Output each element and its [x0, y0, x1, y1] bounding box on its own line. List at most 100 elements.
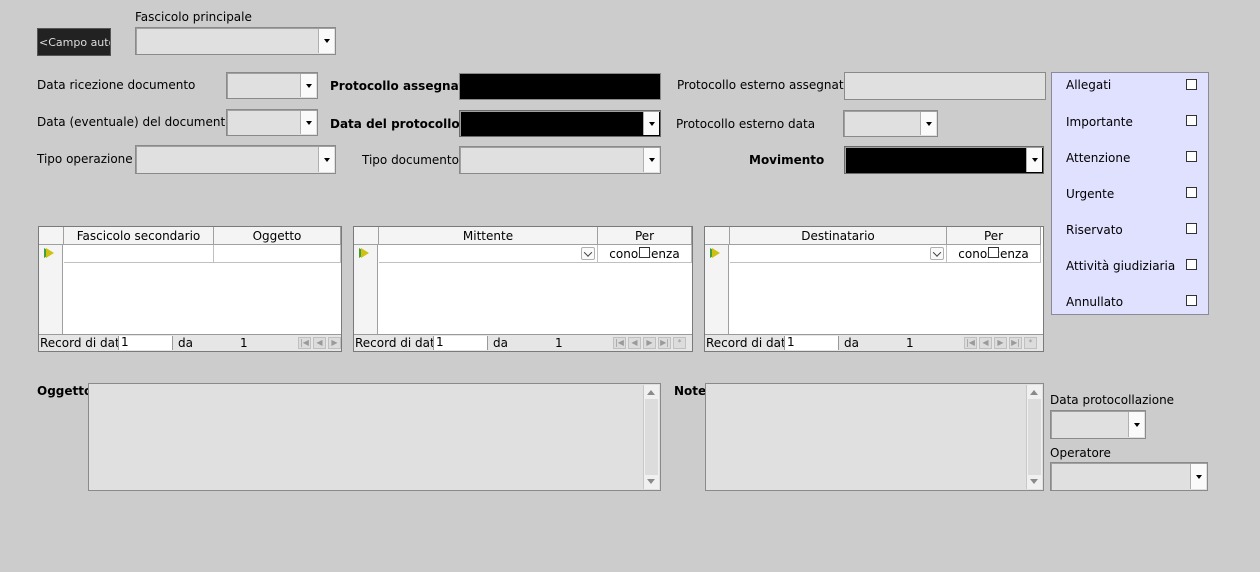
- da-label: da: [493, 336, 508, 350]
- last-record-icon[interactable]: ▶|: [658, 337, 671, 349]
- column-header-destinatario[interactable]: Destinatario: [730, 227, 947, 245]
- chevron-down-icon[interactable]: [643, 148, 659, 172]
- per-conoscenza-checkbox[interactable]: [639, 247, 650, 258]
- scroll-down-icon[interactable]: [1030, 479, 1038, 484]
- next-record-icon[interactable]: ▶: [328, 337, 341, 349]
- da-label: da: [844, 336, 859, 350]
- first-record-icon[interactable]: |◀: [964, 337, 977, 349]
- chevron-down-icon[interactable]: [1128, 412, 1144, 437]
- column-header-fascicolo-secondario[interactable]: Fascicolo secondario: [64, 227, 214, 245]
- flag-riservato-label: Riservato: [1066, 223, 1123, 237]
- scroll-thumb[interactable]: [1028, 399, 1041, 475]
- record-navigation: Record di dati 1 da 1 |◀ ◀ ▶ ▶| *: [705, 334, 1043, 351]
- per-conoscenza-checkbox[interactable]: [988, 247, 999, 258]
- chevron-down-icon[interactable]: [1026, 148, 1042, 172]
- record-number-input[interactable]: 1: [118, 336, 173, 350]
- protocollo-esterno-data-combo[interactable]: [843, 110, 938, 137]
- data-protocollo-combo[interactable]: [459, 110, 661, 137]
- record-label: Record di dati: [40, 336, 124, 350]
- column-header-mittente[interactable]: Mittente: [379, 227, 598, 245]
- previous-record-icon[interactable]: ◀: [979, 337, 992, 349]
- chevron-down-icon[interactable]: [300, 74, 316, 97]
- cell-per-conoscenza[interactable]: [598, 245, 692, 263]
- destinatari-grid[interactable]: Destinatario Per conoscenza Record di da…: [704, 226, 1044, 352]
- flag-riservato-checkbox[interactable]: [1186, 223, 1197, 234]
- chevron-down-icon[interactable]: [318, 29, 334, 53]
- data-eventuale-label: Data (eventuale) del documento: [37, 115, 233, 129]
- fascicolo-principale-combo[interactable]: [135, 27, 336, 55]
- flag-attenzione-checkbox[interactable]: [1186, 151, 1197, 162]
- first-record-icon[interactable]: |◀: [298, 337, 311, 349]
- record-number-input[interactable]: 1: [433, 336, 488, 350]
- tipo-documento-combo[interactable]: [459, 146, 661, 174]
- flag-allegati-label: Allegati: [1066, 78, 1112, 92]
- movimento-combo[interactable]: [844, 146, 1044, 174]
- protocollo-esterno-field[interactable]: [844, 72, 1046, 100]
- current-row-icon: [712, 248, 720, 258]
- flag-urgente-checkbox[interactable]: [1186, 187, 1197, 198]
- record-number-input[interactable]: 1: [784, 336, 839, 350]
- flag-annullato-checkbox[interactable]: [1186, 295, 1197, 306]
- scroll-thumb[interactable]: [645, 399, 658, 475]
- last-record-icon[interactable]: ▶|: [1009, 337, 1022, 349]
- scroll-down-icon[interactable]: [647, 479, 655, 484]
- chevron-down-icon[interactable]: [300, 111, 316, 134]
- cell-destinatario[interactable]: [730, 245, 947, 263]
- previous-record-icon[interactable]: ◀: [628, 337, 641, 349]
- protocollo-esterno-label: Protocollo esterno assegnato: [677, 78, 851, 92]
- oggetto-textarea[interactable]: [88, 383, 661, 491]
- operatore-combo[interactable]: [1050, 462, 1208, 491]
- scroll-up-icon[interactable]: [1030, 390, 1038, 395]
- flag-attivita-giudiziaria-label: Attività giudiziaria: [1066, 259, 1176, 273]
- chevron-down-icon[interactable]: [643, 112, 659, 135]
- next-record-icon[interactable]: ▶: [994, 337, 1007, 349]
- column-header-oggetto[interactable]: Oggetto: [214, 227, 341, 245]
- flag-attivita-giudiziaria-checkbox[interactable]: [1186, 259, 1197, 270]
- record-label: Record di dati: [355, 336, 439, 350]
- flag-allegati-checkbox[interactable]: [1186, 79, 1197, 90]
- chevron-down-icon[interactable]: [581, 247, 595, 260]
- data-ricezione-combo[interactable]: [226, 72, 318, 99]
- tipo-operazione-label: Tipo operazione: [37, 152, 133, 166]
- corner-header: [705, 227, 730, 245]
- mittenti-grid[interactable]: Mittente Per conoscenza Record di dati 1…: [353, 226, 693, 352]
- protocollo-assegnato-field[interactable]: [459, 73, 661, 100]
- current-row-icon: [361, 248, 369, 258]
- data-protocollazione-label: Data protocollazione: [1050, 393, 1175, 407]
- tipo-operazione-combo[interactable]: [135, 145, 336, 174]
- chevron-down-icon[interactable]: [930, 247, 944, 260]
- protocollo-esterno-data-label: Protocollo esterno data: [676, 117, 816, 131]
- scroll-up-icon[interactable]: [647, 390, 655, 395]
- cell-oggetto[interactable]: [214, 245, 341, 263]
- flag-urgente-label: Urgente: [1066, 187, 1115, 201]
- protocollo-assegnato-label: Protocollo assegnato: [330, 79, 473, 93]
- auto-field-button[interactable]: <Campo auto: [37, 28, 111, 56]
- data-protocollo-label: Data del protocollo: [330, 117, 460, 131]
- flag-annullato-label: Annullato: [1066, 295, 1124, 309]
- cell-fascicolo-secondario[interactable]: [64, 245, 214, 263]
- note-textarea[interactable]: [705, 383, 1044, 491]
- new-record-icon[interactable]: *: [673, 337, 686, 349]
- record-navigation: Record di dati 1 da 1 |◀ ◀ ▶: [39, 334, 341, 351]
- column-header-per-conoscenza[interactable]: Per conoscenza: [947, 227, 1041, 261]
- first-record-icon[interactable]: |◀: [613, 337, 626, 349]
- chevron-down-icon[interactable]: [920, 112, 936, 135]
- scrollbar[interactable]: [1026, 385, 1042, 489]
- data-eventuale-combo[interactable]: [226, 109, 318, 136]
- operatore-label: Operatore: [1050, 446, 1111, 460]
- data-protocollazione-combo[interactable]: [1050, 410, 1146, 439]
- next-record-icon[interactable]: ▶: [643, 337, 656, 349]
- flag-attenzione-label: Attenzione: [1066, 151, 1131, 165]
- chevron-down-icon[interactable]: [318, 147, 334, 172]
- flags-panel: Allegati Importante Attenzione Urgente R…: [1051, 72, 1209, 315]
- cell-mittente[interactable]: [379, 245, 598, 263]
- column-header-per-conoscenza[interactable]: Per conoscenza: [598, 227, 692, 261]
- chevron-down-icon[interactable]: [1190, 464, 1206, 489]
- cell-per-conoscenza[interactable]: [947, 245, 1041, 263]
- flag-importante-checkbox[interactable]: [1186, 115, 1197, 126]
- scrollbar[interactable]: [643, 385, 659, 489]
- new-record-icon[interactable]: *: [1024, 337, 1037, 349]
- record-label: Record di dati: [706, 336, 790, 350]
- fascicoli-grid[interactable]: Fascicolo secondario Oggetto Record di d…: [38, 226, 342, 352]
- previous-record-icon[interactable]: ◀: [313, 337, 326, 349]
